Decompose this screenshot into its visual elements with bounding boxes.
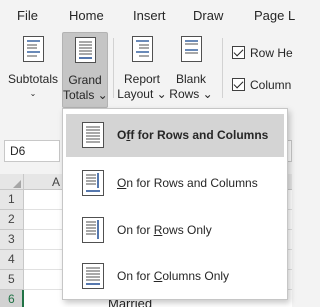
column-header-a[interactable]: A xyxy=(52,175,60,189)
ribbon-panel: Subtotals ⌄ Grand Totals ⌄ Report Layout… xyxy=(0,32,293,110)
tab-draw[interactable]: Draw xyxy=(193,8,223,23)
menu-item-on-for-columns-only[interactable]: On for Columns Only xyxy=(66,255,284,298)
row-header-5[interactable]: 5 xyxy=(0,270,24,290)
subtotals-label: Subtotals xyxy=(7,72,59,86)
grand-totals-icon xyxy=(75,37,96,63)
grand-totals-rows-icon xyxy=(82,217,104,243)
menu-item-label: On for Rows Only xyxy=(117,223,212,237)
report-layout-icon xyxy=(132,36,153,62)
menu-item-label: On for Columns Only xyxy=(117,269,230,283)
row-header-3[interactable]: 3 xyxy=(0,230,24,250)
row-headers-checkbox[interactable] xyxy=(232,46,245,59)
row-header-4[interactable]: 4 xyxy=(0,250,24,270)
blank-rows-icon xyxy=(181,36,202,62)
column-headers-checkbox[interactable] xyxy=(232,78,245,91)
subtotals-button[interactable]: Subtotals ⌄ xyxy=(4,32,62,108)
row-header-2[interactable]: 2 xyxy=(0,210,24,230)
report-layout-button[interactable]: Report Layout ⌄ xyxy=(116,32,168,108)
menu-item-off-for-rows-and-columns[interactable]: Off for Rows and Columns xyxy=(66,114,284,157)
menu-item-on-for-rows-and-columns[interactable]: On for Rows and Columns xyxy=(66,162,284,205)
report-layout-label: Report xyxy=(123,72,161,86)
menu-item-label: Off for Rows and Columns xyxy=(117,128,269,142)
blank-rows-label-2: Rows ⌄ xyxy=(169,87,213,101)
grand-totals-on-icon xyxy=(82,170,104,196)
blank-rows-label: Blank xyxy=(175,72,207,86)
menu-item-on-for-rows-only[interactable]: On for Rows Only xyxy=(66,209,284,252)
grand-totals-label: Grand xyxy=(68,73,102,87)
ribbon-divider xyxy=(113,38,114,98)
grand-totals-columns-icon xyxy=(82,263,104,289)
tab-home[interactable]: Home xyxy=(69,8,104,23)
row-header-6[interactable]: 6 xyxy=(0,290,24,307)
blank-rows-button[interactable]: Blank Rows ⌄ xyxy=(168,32,214,108)
row-headers-label: Row He xyxy=(250,46,293,60)
ribbon-divider xyxy=(222,38,223,98)
grand-totals-off-icon xyxy=(82,122,104,148)
report-layout-label-2: Layout ⌄ xyxy=(117,87,167,101)
row-header-1[interactable]: 1 xyxy=(0,190,24,210)
tab-insert[interactable]: Insert xyxy=(133,8,166,23)
subtotals-icon xyxy=(23,36,44,62)
grand-totals-button[interactable]: Grand Totals ⌄ xyxy=(62,32,108,108)
column-headers-label: Column xyxy=(250,78,292,92)
tab-page-layout[interactable]: Page L xyxy=(254,8,295,23)
grand-totals-label-2: Totals ⌄ xyxy=(63,88,108,102)
menu-item-label: On for Rows and Columns xyxy=(117,176,258,190)
name-box[interactable]: D6 xyxy=(4,140,60,162)
ribbon-tabs: File Home Insert Draw Page L xyxy=(0,0,295,32)
grand-totals-menu: Off for Rows and Columns On for Rows and… xyxy=(62,108,288,300)
select-all-button[interactable] xyxy=(0,174,24,190)
tab-file[interactable]: File xyxy=(17,8,38,23)
chevron-down-icon: ⌄ xyxy=(29,89,37,98)
